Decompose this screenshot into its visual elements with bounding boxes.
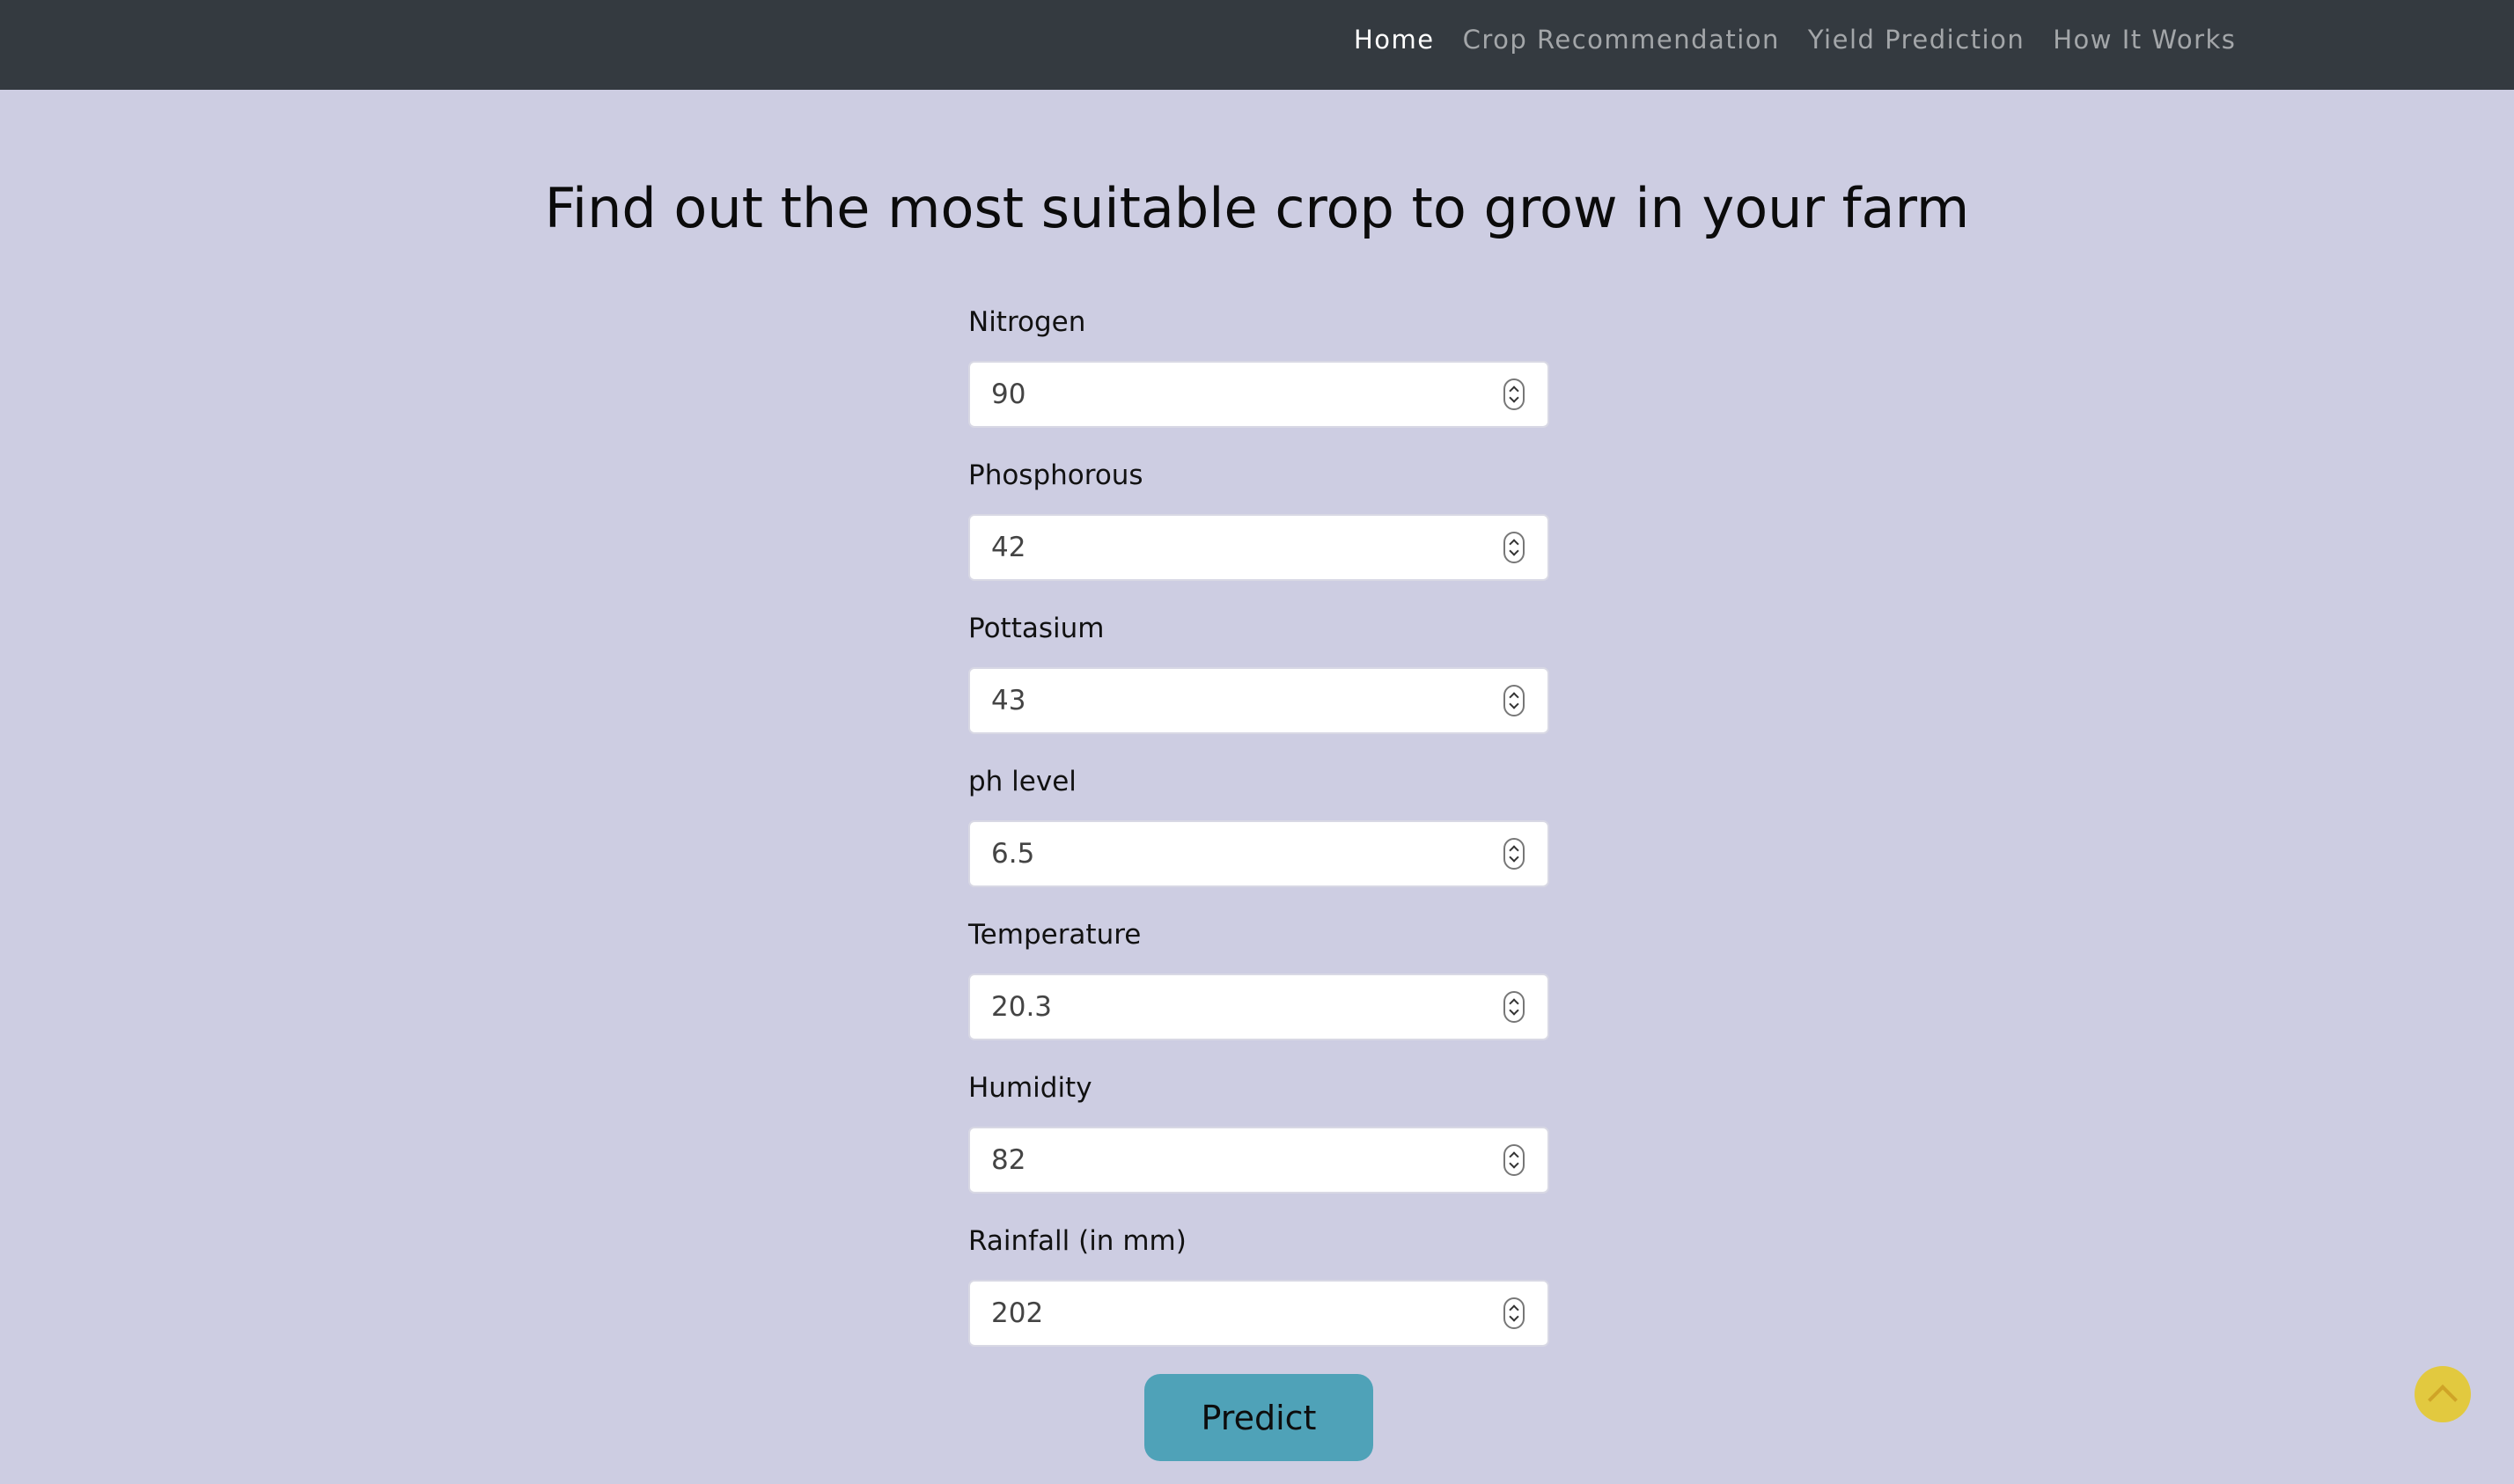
- temperature-input[interactable]: 20.3: [968, 973, 1549, 1040]
- stepper-down-icon: [1509, 1158, 1519, 1169]
- temperature-label: Temperature: [968, 919, 1142, 951]
- crop-form: Nitrogen 90 Phosphorous 42 Pottasium 43 …: [968, 299, 1549, 1371]
- nitrogen-label: Nitrogen: [968, 306, 1086, 338]
- stepper-down-icon: [1509, 546, 1519, 556]
- pottasium-field-group: Pottasium 43: [968, 606, 1549, 759]
- phosphorous-stepper[interactable]: [1503, 532, 1525, 563]
- nitrogen-field-group: Nitrogen 90: [968, 299, 1549, 452]
- stepper-down-icon: [1509, 699, 1519, 709]
- humidity-value: 82: [991, 1144, 1026, 1176]
- humidity-input[interactable]: 82: [968, 1127, 1549, 1194]
- nitrogen-input[interactable]: 90: [968, 361, 1549, 428]
- rainfall-field-group: Rainfall (in mm) 202: [968, 1218, 1549, 1371]
- predict-button[interactable]: Predict: [1144, 1374, 1373, 1461]
- ph-level-stepper[interactable]: [1503, 838, 1525, 870]
- ph-level-input[interactable]: 6.5: [968, 820, 1549, 887]
- phosphorous-field-group: Phosphorous 42: [968, 452, 1549, 606]
- nav-link-how-it-works[interactable]: How It Works: [2039, 25, 2250, 55]
- rainfall-label: Rainfall (in mm): [968, 1225, 1187, 1257]
- rainfall-stepper[interactable]: [1503, 1297, 1525, 1329]
- rainfall-value: 202: [991, 1297, 1044, 1329]
- pottasium-stepper[interactable]: [1503, 685, 1525, 716]
- phosphorous-value: 42: [991, 532, 1026, 563]
- temperature-value: 20.3: [991, 991, 1053, 1023]
- stepper-down-icon: [1509, 393, 1519, 403]
- stepper-down-icon: [1509, 1005, 1519, 1016]
- pottasium-input[interactable]: 43: [968, 667, 1549, 734]
- stepper-down-icon: [1509, 1311, 1519, 1322]
- pottasium-value: 43: [991, 685, 1026, 716]
- navbar: Home Crop Recommendation Yield Predictio…: [0, 0, 2514, 90]
- temperature-stepper[interactable]: [1503, 991, 1525, 1023]
- stepper-down-icon: [1509, 852, 1519, 863]
- ph-level-field-group: ph level 6.5: [968, 759, 1549, 912]
- page-title: Find out the most suitable crop to grow …: [544, 176, 1970, 240]
- ph-level-value: 6.5: [991, 838, 1035, 870]
- nav-link-crop-recommendation[interactable]: Crop Recommendation: [1449, 25, 1794, 55]
- nitrogen-value: 90: [991, 378, 1026, 410]
- humidity-label: Humidity: [968, 1072, 1092, 1104]
- phosphorous-input[interactable]: 42: [968, 514, 1549, 581]
- phosphorous-label: Phosphorous: [968, 459, 1143, 491]
- humidity-stepper[interactable]: [1503, 1144, 1525, 1176]
- rainfall-input[interactable]: 202: [968, 1280, 1549, 1347]
- nav-link-yield-prediction[interactable]: Yield Prediction: [1794, 25, 2039, 55]
- humidity-field-group: Humidity 82: [968, 1065, 1549, 1218]
- nav-links: Home Crop Recommendation Yield Predictio…: [1340, 0, 2250, 79]
- nitrogen-stepper[interactable]: [1503, 378, 1525, 410]
- nav-link-home[interactable]: Home: [1340, 25, 1449, 55]
- temperature-field-group: Temperature 20.3: [968, 912, 1549, 1065]
- scroll-to-top-button[interactable]: [2415, 1366, 2471, 1422]
- ph-level-label: ph level: [968, 766, 1077, 797]
- pottasium-label: Pottasium: [968, 613, 1105, 644]
